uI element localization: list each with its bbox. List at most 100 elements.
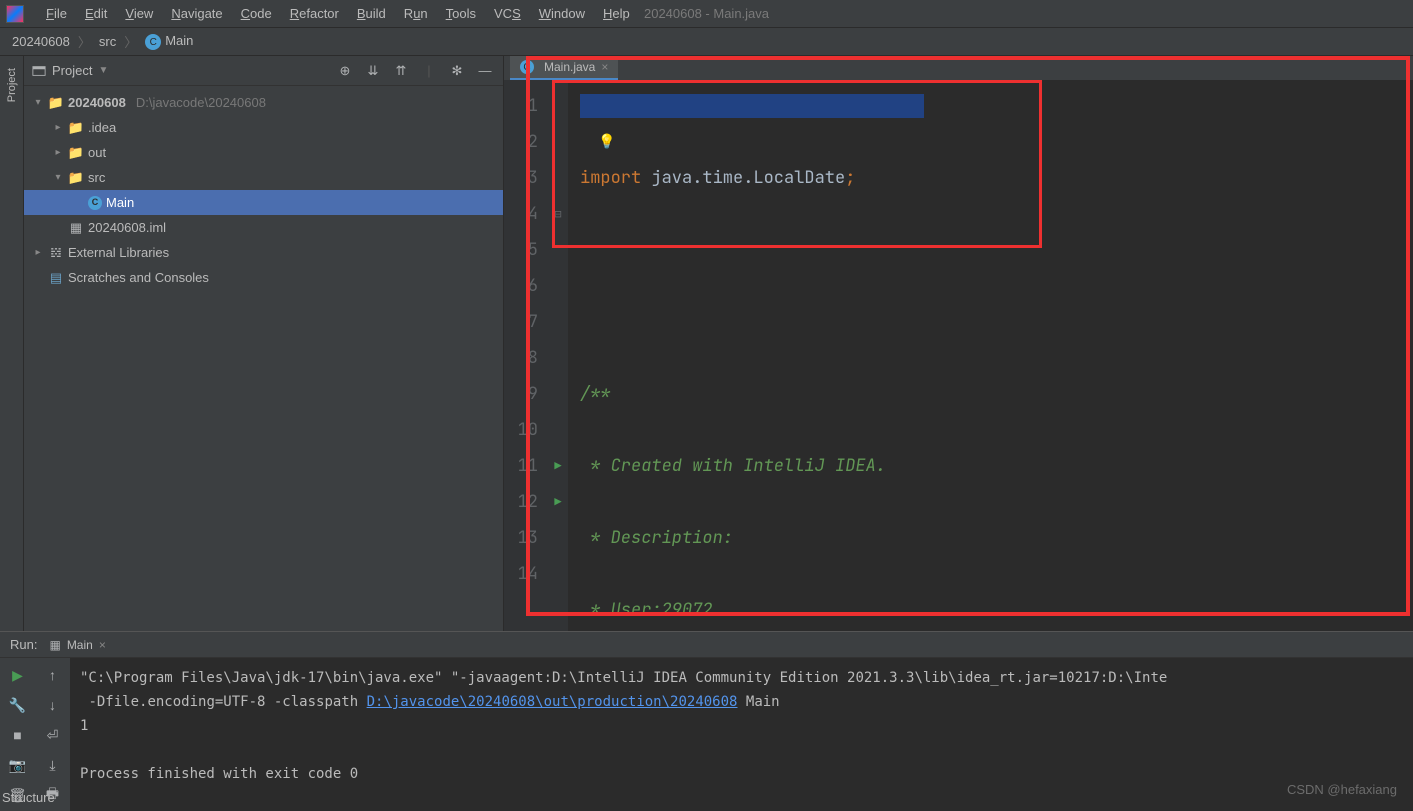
tree-idea-label: .idea	[88, 115, 116, 140]
line-num: 8	[504, 340, 538, 376]
chevron-right-icon[interactable]: ▸	[32, 240, 44, 265]
console-output[interactable]: "C:\Program Files\Java\jdk-17\bin\java.e…	[70, 658, 1413, 811]
main-menu: File Edit View Navigate Code Refactor Bu…	[38, 4, 638, 23]
breadcrumb-main-label: Main	[165, 33, 193, 48]
project-panel-title[interactable]: Project ▼	[32, 63, 108, 78]
menu-refactor[interactable]: Refactor	[282, 4, 347, 23]
editor-tab-label: Main.java	[544, 60, 595, 74]
window-title: 20240608 - Main.java	[644, 6, 769, 21]
tree-out[interactable]: ▸ 📁 out	[24, 140, 503, 165]
code-comment: * Created with IntelliJ IDEA.	[580, 455, 886, 477]
chevron-down-icon[interactable]: ▾	[32, 90, 44, 115]
close-icon[interactable]: ×	[99, 638, 106, 652]
breadcrumb-sep: 〉	[78, 32, 91, 51]
down-icon[interactable]: ↓	[42, 694, 64, 716]
line-num: 4	[504, 196, 538, 232]
settings-icon[interactable]: ✻	[447, 61, 467, 81]
code-text: ;	[845, 167, 855, 189]
line-num: 13	[504, 520, 538, 556]
line-num: 1	[504, 88, 538, 124]
rerun-icon[interactable]: ▶	[7, 664, 29, 686]
menu-view[interactable]: View	[117, 4, 161, 23]
expand-all-icon[interactable]: ⇊	[363, 61, 383, 81]
up-icon[interactable]: ↑	[42, 664, 64, 686]
folder-icon: 📁	[68, 145, 84, 161]
run-panel: Run: ▦ Main × ▶ 🔧 ■ 📷 🗑 ↑ ↓ ⏎ ⤓ 🖶 "C:\Pr…	[0, 631, 1413, 811]
fold-marker-icon[interactable]: ⊟	[548, 196, 568, 232]
project-tool-tab[interactable]: Project	[4, 62, 20, 108]
run-body: ▶ 🔧 ■ 📷 🗑 ↑ ↓ ⏎ ⤓ 🖶 "C:\Program Files\Ja…	[0, 658, 1413, 811]
code-comment: * Description:	[580, 527, 733, 549]
chevron-down-icon[interactable]: ▾	[52, 165, 64, 190]
menu-help[interactable]: Help	[595, 4, 638, 23]
close-icon[interactable]: ×	[601, 60, 608, 74]
locate-icon[interactable]: ⊕	[335, 61, 355, 81]
tool-strip-left: Project	[0, 56, 24, 631]
code-area[interactable]: 1 2 3 4 5 6 7 8 9 10 11 12 13 14 ⊟ ▶	[504, 80, 1413, 631]
collapse-all-icon[interactable]: ⇈	[391, 61, 411, 81]
breadcrumb-project[interactable]: 20240608	[12, 34, 70, 49]
tree-scratches-label: Scratches and Consoles	[68, 265, 209, 290]
code-content[interactable]: import java.time.LocalDate; 💡 /** * Crea…	[568, 80, 1413, 631]
menu-file[interactable]: File	[38, 4, 75, 23]
menu-vcs[interactable]: VCS	[486, 4, 529, 23]
console-link[interactable]: D:\javacode\20240608\out\production\2024…	[367, 694, 738, 710]
menu-code[interactable]: Code	[233, 4, 280, 23]
structure-tool-tab[interactable]: Structure	[0, 784, 24, 811]
breadcrumb-src[interactable]: src	[99, 34, 116, 49]
folder-icon: 📁	[48, 95, 64, 111]
tree-main[interactable]: C Main	[24, 190, 503, 215]
run-marker-icon[interactable]: ▶	[548, 484, 568, 520]
run-marker-icon[interactable]: ▶	[548, 448, 568, 484]
folder-icon: 📁	[68, 120, 84, 136]
menu-navigate[interactable]: Navigate	[163, 4, 230, 23]
chevron-right-icon[interactable]: ▸	[52, 115, 64, 140]
tree-root[interactable]: ▾ 📁 20240608 D:\javacode\20240608	[24, 90, 503, 115]
line-num: 7	[504, 304, 538, 340]
menu-edit[interactable]: Edit	[77, 4, 115, 23]
tree-ext-libs[interactable]: ▸ 𝍌 External Libraries	[24, 240, 503, 265]
editor-tabs: C Main.java ×	[504, 56, 1413, 80]
tree-idea[interactable]: ▸ 📁 .idea	[24, 115, 503, 140]
scroll-icon[interactable]: ⤓	[42, 754, 64, 776]
breadcrumb-main[interactable]: C Main	[145, 33, 193, 51]
menu-run[interactable]: Run	[396, 4, 436, 23]
line-num: 11	[504, 448, 538, 484]
code-text: java.time.LocalDate	[641, 167, 845, 189]
tree-scratches[interactable]: ▤ Scratches and Consoles	[24, 265, 503, 290]
project-tree[interactable]: ▾ 📁 20240608 D:\javacode\20240608 ▸ 📁 .i…	[24, 86, 503, 294]
code-keyword: import	[580, 167, 641, 189]
camera-icon[interactable]: 📷	[7, 754, 29, 776]
tool-icon[interactable]: 🔧	[7, 694, 29, 716]
breadcrumb-sep: 〉	[124, 32, 137, 51]
hide-icon[interactable]: —	[475, 61, 495, 81]
line-num: 5	[504, 232, 538, 268]
line-num: 9	[504, 376, 538, 412]
line-num: 12	[504, 484, 538, 520]
tree-iml-label: 20240608.iml	[88, 215, 166, 240]
tree-root-path: D:\javacode\20240608	[136, 90, 266, 115]
line-num: 2	[504, 124, 538, 160]
tree-out-label: out	[88, 140, 106, 165]
console-line: 1	[80, 718, 88, 734]
bulb-icon[interactable]: 💡	[598, 124, 615, 160]
stop-icon[interactable]: ■	[7, 724, 29, 746]
class-icon: C	[88, 196, 102, 210]
menu-tools[interactable]: Tools	[438, 4, 484, 23]
editor-tab-main[interactable]: C Main.java ×	[510, 56, 618, 80]
softwrap-icon[interactable]: ⏎	[42, 724, 64, 746]
menu-window[interactable]: Window	[531, 4, 593, 23]
titlebar: File Edit View Navigate Code Refactor Bu…	[0, 0, 1413, 28]
divider: |	[419, 61, 439, 81]
class-icon: C	[145, 34, 161, 50]
run-config-name: Main	[67, 638, 93, 652]
app-icon: ▦	[49, 638, 60, 652]
chevron-right-icon[interactable]: ▸	[52, 140, 64, 165]
run-config-tab[interactable]: ▦ Main ×	[49, 638, 105, 652]
tool-strip-left-bottom: Structure	[0, 784, 24, 811]
tree-src[interactable]: ▾ 📁 src	[24, 165, 503, 190]
menu-build[interactable]: Build	[349, 4, 394, 23]
project-panel-title-label: Project	[52, 63, 92, 78]
tree-iml[interactable]: ▦ 20240608.iml	[24, 215, 503, 240]
line-num: 10	[504, 412, 538, 448]
